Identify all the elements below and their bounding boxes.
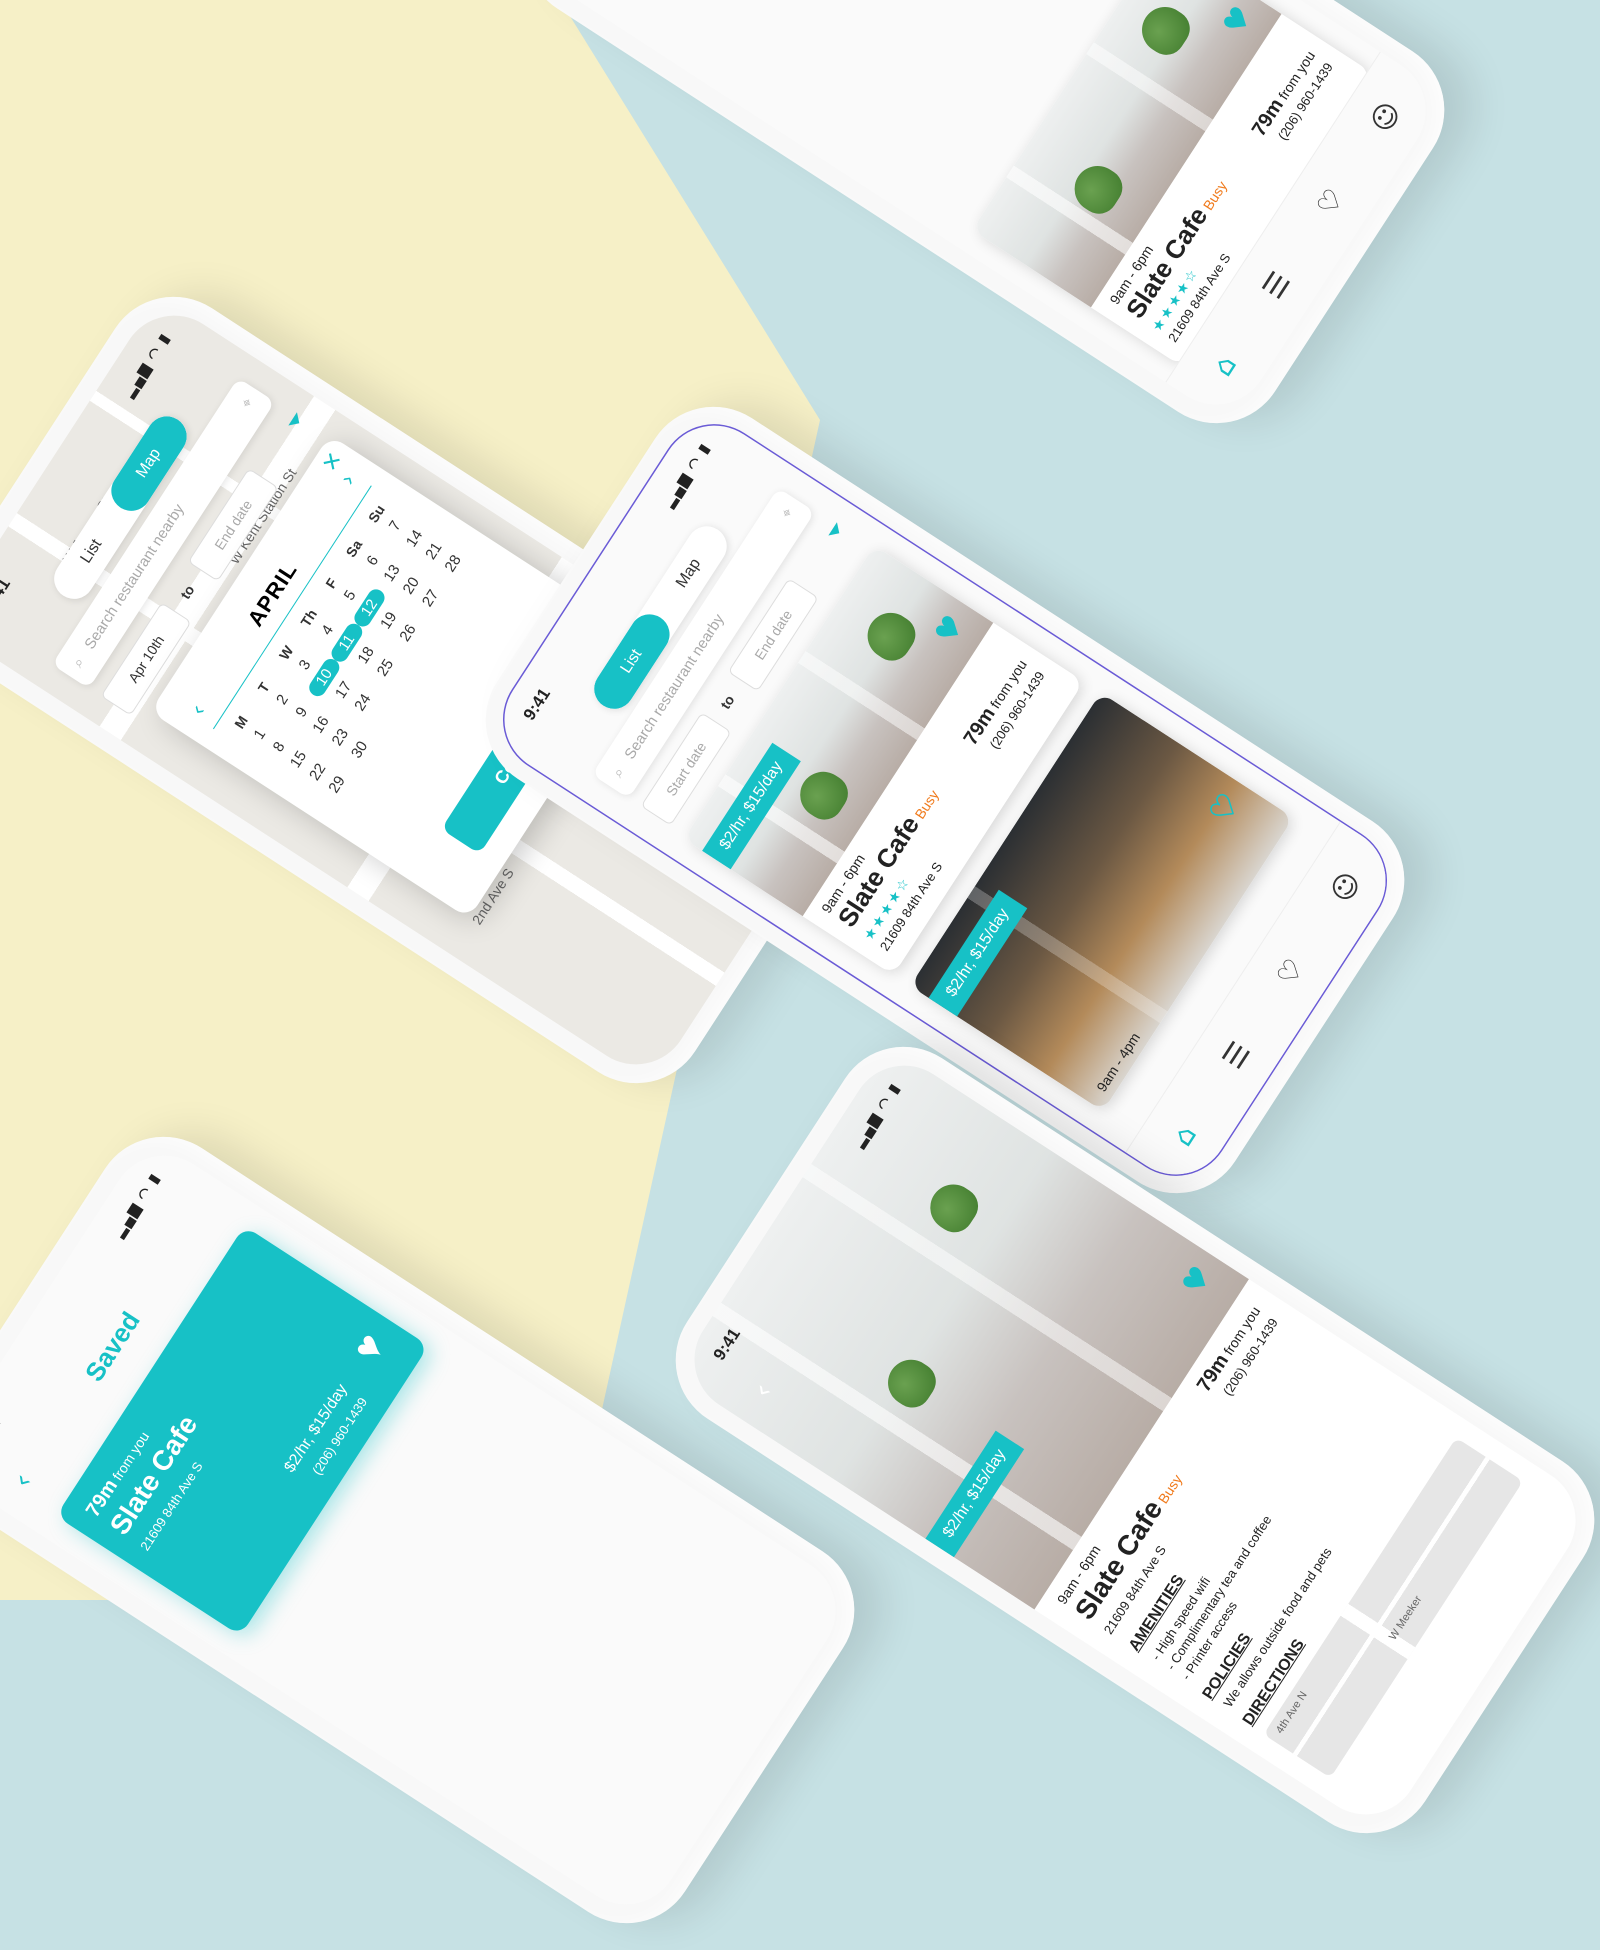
busy-badge: Busy bbox=[1199, 178, 1231, 214]
tab-profile-icon[interactable]: ☺ bbox=[1324, 866, 1368, 908]
tab-favorites-icon[interactable]: ♡ bbox=[1309, 182, 1350, 221]
price-badge: $2/hr, $15/day bbox=[928, 889, 1028, 1017]
plant-decoration bbox=[879, 1350, 943, 1415]
plant-decoration bbox=[858, 604, 923, 668]
plant-decoration bbox=[921, 1175, 986, 1240]
search-icon: ⌕ bbox=[609, 764, 629, 781]
status-icons: ▂▄▆ ◠ ▮ bbox=[110, 1169, 164, 1240]
tab-list-icon[interactable]: ☰ bbox=[1255, 266, 1296, 305]
saved-heart-icon[interactable]: ♥ bbox=[344, 1325, 395, 1369]
plant-decoration bbox=[1133, 0, 1197, 62]
street-label: 4th Ave N bbox=[1273, 1689, 1310, 1736]
favorite-heart-icon[interactable]: ♥ bbox=[1175, 1260, 1219, 1302]
date-to-label: to bbox=[176, 582, 198, 602]
plant-decoration bbox=[791, 762, 855, 827]
tab-profile-icon[interactable]: ☺ bbox=[1364, 96, 1408, 138]
phone-top: ♥ 9am - 6pm Slate CafeBusy ★★★★☆ 21609 8… bbox=[498, 0, 1472, 450]
location-pin-icon[interactable]: ⌖ bbox=[767, 498, 809, 529]
mockup-scene: ♥ 9am - 6pm Slate CafeBusy ★★★★☆ 21609 8… bbox=[0, 0, 1600, 1950]
phone-saved-screen: 9:41 ▂▄▆ ◠ ▮ ‹ Saved 79m from you Slate … bbox=[0, 1134, 857, 1926]
price-badge: $2/hr, $15/day bbox=[925, 1430, 1025, 1558]
filter-icon[interactable]: ⏷ bbox=[821, 517, 852, 545]
saved-listing-card[interactable]: 79m from you Slate Cafe 21609 84th Ave S… bbox=[55, 1225, 429, 1636]
price-badge: $2/hr, $15/day bbox=[702, 742, 802, 870]
plant-decoration bbox=[1065, 157, 1130, 221]
tab-home-icon[interactable]: ⌂ bbox=[1165, 1119, 1202, 1152]
busy-badge: Busy bbox=[1154, 1471, 1186, 1507]
directions-map[interactable]: 4th Ave N W Meeker bbox=[1263, 1437, 1524, 1778]
street-label: W Meeker bbox=[1386, 1593, 1425, 1643]
status-time: 9:41 bbox=[519, 684, 555, 724]
tab-list-icon[interactable]: ☰ bbox=[1215, 1036, 1256, 1075]
tab-home-icon[interactable]: ⌂ bbox=[1205, 349, 1242, 382]
location-pin-icon[interactable]: ⌖ bbox=[227, 388, 269, 419]
phone-top-screen: ♥ 9am - 6pm Slate CafeBusy ★★★★☆ 21609 8… bbox=[523, 0, 1447, 426]
busy-badge: Busy bbox=[911, 787, 942, 822]
date-to-label: to bbox=[716, 692, 738, 712]
status-icons: ▂▄▆ ◠ ▮ bbox=[660, 439, 714, 510]
status-time: 9:41 bbox=[0, 1414, 5, 1454]
tab-favorites-icon[interactable]: ♡ bbox=[1269, 952, 1310, 991]
